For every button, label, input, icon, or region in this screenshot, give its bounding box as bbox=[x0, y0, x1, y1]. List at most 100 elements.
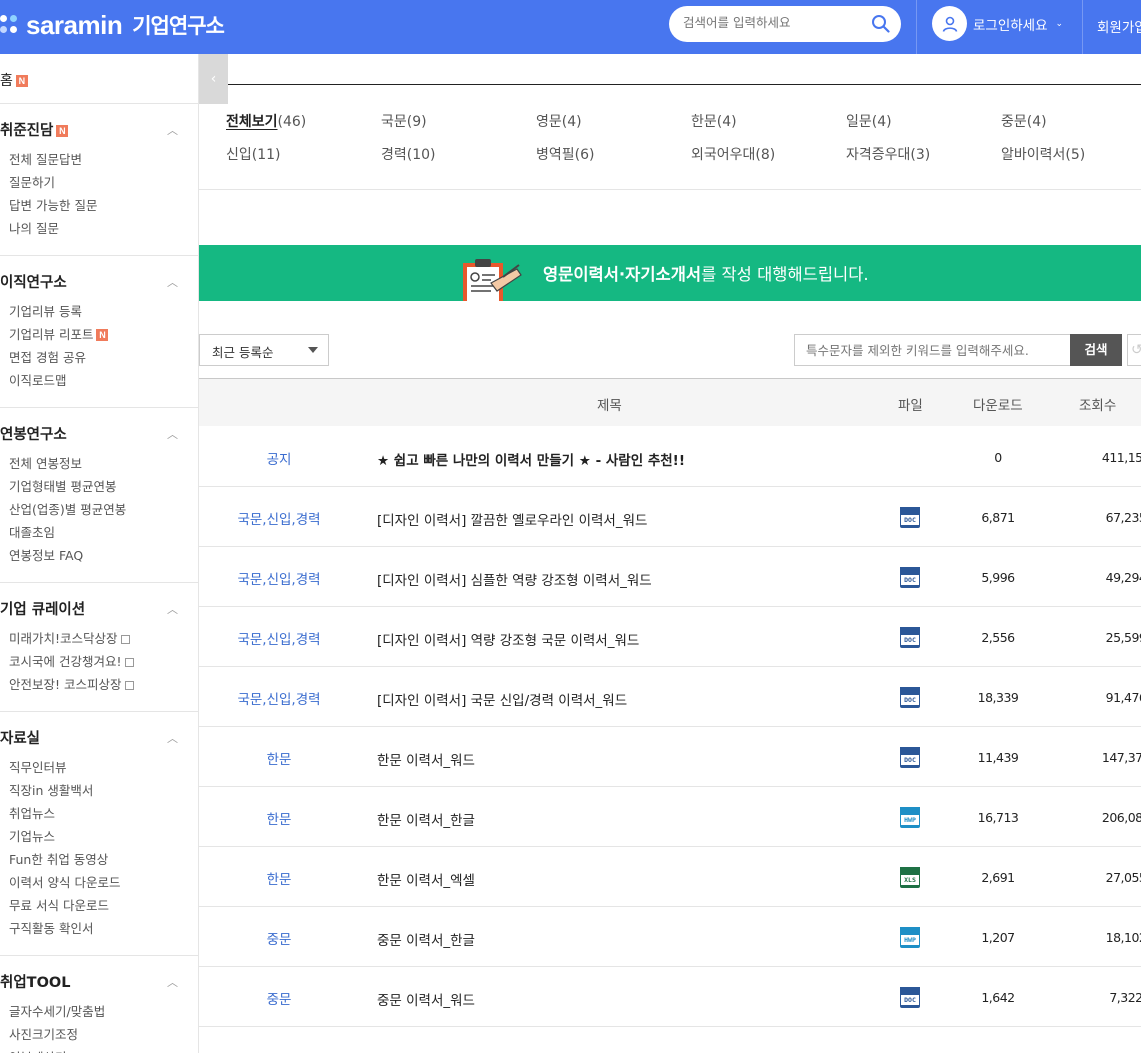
keyword-search-button[interactable]: 검색 bbox=[1070, 334, 1122, 366]
category-filter-item[interactable]: 전체보기(46) bbox=[226, 111, 306, 131]
row-category[interactable]: 중문 bbox=[199, 988, 359, 1008]
sidebar-item[interactable]: 기업형태별 평균연봉 bbox=[0, 475, 198, 498]
category-filter-item[interactable]: 자격증우대(3) bbox=[846, 144, 930, 164]
saramin-logo[interactable]: saramin 기업연구소 bbox=[0, 10, 225, 40]
table-row[interactable]: 중문 중문 이력서_한글 HWP 1,207 18,102 bbox=[199, 907, 1141, 967]
sidebar-item[interactable]: 구직활동 확인서 bbox=[0, 917, 198, 940]
sidebar-home[interactable]: 홈N bbox=[0, 54, 198, 104]
category-filter-item[interactable]: 국문(9) bbox=[381, 111, 427, 131]
row-downloads: 1,207 bbox=[981, 930, 1015, 945]
sidebar-item[interactable]: 기업뉴스 bbox=[0, 825, 198, 848]
sidebar-item[interactable]: 전체 연봉정보 bbox=[0, 452, 198, 475]
user-icon bbox=[932, 6, 967, 41]
chevron-up-icon[interactable]: ︿ bbox=[167, 274, 178, 290]
row-title[interactable]: 한문 이력서_엑셀 bbox=[377, 869, 475, 889]
row-category[interactable]: 국문,신입,경력 bbox=[199, 508, 359, 528]
table-row[interactable]: 국문,신입,경력 [디자인 이력서] 역량 강조형 국문 이력서_워드 DOC 2,5… bbox=[199, 607, 1141, 667]
chevron-up-icon[interactable]: ︿ bbox=[167, 122, 178, 138]
sidebar-item[interactable]: 이직로드맵 bbox=[0, 369, 198, 392]
table-row[interactable]: 국문,신입,경력 [디자인 이력서] 국문 신입/경력 이력서_워드 DOC 18,3… bbox=[199, 667, 1141, 727]
keyword-search-input[interactable] bbox=[806, 343, 1061, 358]
row-title[interactable]: [디자인 이력서] 심플한 역량 강조형 이력서_워드 bbox=[377, 569, 652, 589]
sidebar-item[interactable]: 산업(업종)별 평균연봉 bbox=[0, 498, 198, 521]
row-title[interactable]: [디자인 이력서] 국문 신입/경력 이력서_워드 bbox=[377, 689, 627, 709]
join-link[interactable]: 회원가입 bbox=[1097, 16, 1141, 36]
category-filter-item[interactable]: 알바이력서(5) bbox=[1001, 144, 1085, 164]
category-filter-item[interactable]: 신입(11) bbox=[226, 144, 281, 164]
sidebar-item[interactable]: 취업뉴스 bbox=[0, 802, 198, 825]
doc-file-icon[interactable]: DOC bbox=[900, 507, 920, 528]
row-category[interactable]: 한문 bbox=[199, 868, 359, 888]
chevron-up-icon[interactable]: ︿ bbox=[167, 426, 178, 442]
row-category[interactable]: 중문 bbox=[199, 928, 359, 948]
chevron-up-icon[interactable]: ︿ bbox=[167, 601, 178, 617]
sidebar-item[interactable]: 이력서 양식 다운로드 bbox=[0, 871, 198, 894]
table-row[interactable]: 중문 중문 이력서_워드 DOC 1,642 7,322 bbox=[199, 967, 1141, 1027]
doc-file-icon[interactable]: DOC bbox=[900, 747, 920, 768]
sidebar-item[interactable]: 코시국에 건강챙겨요! bbox=[0, 650, 198, 673]
hwp-file-icon[interactable]: HWP bbox=[900, 807, 920, 828]
doc-file-icon[interactable]: DOC bbox=[900, 987, 920, 1008]
row-category[interactable]: 공지 bbox=[199, 448, 359, 468]
category-filter-item[interactable]: 중문(4) bbox=[1001, 111, 1047, 131]
row-category[interactable]: 한문 bbox=[199, 808, 359, 828]
row-title[interactable]: 한문 이력서_한글 bbox=[377, 809, 475, 829]
row-title[interactable]: [디자인 이력서] 역량 강조형 국문 이력서_워드 bbox=[377, 629, 639, 649]
chevron-up-icon[interactable]: ︿ bbox=[167, 974, 178, 990]
sidebar-item[interactable]: 기업리뷰 리포트 N bbox=[0, 323, 198, 346]
row-title[interactable]: 한문 이력서_워드 bbox=[377, 749, 475, 769]
header-search-input[interactable] bbox=[683, 15, 863, 30]
table-row[interactable]: 국문,신입,경력 [디자인 이력서] 심플한 역량 강조형 이력서_워드 DOC 5,… bbox=[199, 547, 1141, 607]
category-filter-item[interactable]: 영문(4) bbox=[536, 111, 582, 131]
category-filter-item[interactable]: 외국어우대(8) bbox=[691, 144, 775, 164]
row-title[interactable]: 중문 이력서_워드 bbox=[377, 989, 475, 1009]
sidebar-item[interactable]: 안전보장! 코스피상장 bbox=[0, 673, 198, 696]
chevron-down-icon: ⌄ bbox=[1055, 18, 1064, 29]
row-title[interactable]: [디자인 이력서] 깔끔한 옐로우라인 이력서_워드 bbox=[377, 509, 647, 529]
sidebar-item[interactable]: 질문하기 bbox=[0, 171, 198, 194]
table-row[interactable]: 국문,신입,경력 [디자인 이력서] 깔끔한 옐로우라인 이력서_워드 DOC 6,8… bbox=[199, 487, 1141, 547]
sidebar-item[interactable]: 나의 질문 bbox=[0, 217, 198, 240]
row-category[interactable]: 국문,신입,경력 bbox=[199, 688, 359, 708]
category-filter-item[interactable]: 일문(4) bbox=[846, 111, 892, 131]
table-row[interactable]: 공지 ★ 쉽고 빠른 나만의 이력서 만들기 ★ - 사람인 추천!! 0 411,1… bbox=[199, 427, 1141, 487]
sidebar-item[interactable]: 연봉정보 FAQ bbox=[0, 544, 198, 567]
row-title[interactable]: 중문 이력서_한글 bbox=[377, 929, 475, 949]
table-row[interactable]: 한문 한문 이력서_한글 HWP 16,713 206,087 bbox=[199, 787, 1141, 847]
sidebar-item[interactable]: 무료 서식 다운로드 bbox=[0, 894, 198, 917]
sidebar-item[interactable]: 글자수세기/맞춤법 bbox=[0, 1000, 198, 1023]
sidebar-item[interactable]: 답변 가능한 질문 bbox=[0, 194, 198, 217]
search-icon[interactable] bbox=[871, 14, 891, 34]
category-filter-item[interactable]: 경력(10) bbox=[381, 144, 436, 164]
sidebar-item[interactable]: 면접 경험 공유 bbox=[0, 346, 198, 369]
sidebar-item[interactable]: 사진크기조정 bbox=[0, 1023, 198, 1046]
sidebar-item[interactable]: 연봉계산기 bbox=[0, 1046, 198, 1053]
sidebar-item[interactable]: 기업리뷰 등록 bbox=[0, 300, 198, 323]
sidebar-item[interactable]: 미래가치!코스닥상장 bbox=[0, 627, 198, 650]
chevron-up-icon[interactable]: ︿ bbox=[167, 730, 178, 746]
row-downloads: 16,713 bbox=[977, 810, 1019, 825]
row-category[interactable]: 국문,신입,경력 bbox=[199, 628, 359, 648]
category-filter-item[interactable]: 병역필(6) bbox=[536, 144, 594, 164]
doc-file-icon[interactable]: DOC bbox=[900, 567, 920, 588]
sidebar-item[interactable]: 직장in 생활백서 bbox=[0, 779, 198, 802]
row-downloads: 11,439 bbox=[977, 750, 1019, 765]
xls-file-icon[interactable]: XLS bbox=[900, 867, 920, 888]
sidebar-item[interactable]: 직무인터뷰 bbox=[0, 756, 198, 779]
hwp-file-icon[interactable]: HWP bbox=[900, 927, 920, 948]
category-filter-item[interactable]: 한문(4) bbox=[691, 111, 737, 131]
doc-file-icon[interactable]: DOC bbox=[900, 627, 920, 648]
promo-banner[interactable]: 영문이력서·자기소개서를 작성 대행해드립니다. bbox=[199, 245, 1141, 301]
sidebar-item[interactable]: Fun한 취업 동영상 bbox=[0, 848, 198, 871]
row-title[interactable]: ★ 쉽고 빠른 나만의 이력서 만들기 ★ - 사람인 추천!! bbox=[377, 449, 685, 469]
login-button[interactable]: 로그인하세요 ⌄ bbox=[932, 6, 1063, 41]
doc-file-icon[interactable]: DOC bbox=[900, 687, 920, 708]
table-row[interactable]: 한문 한문 이력서_워드 DOC 11,439 147,378 bbox=[199, 727, 1141, 787]
table-row[interactable]: 한문 한문 이력서_엑셀 XLS 2,691 27,055 bbox=[199, 847, 1141, 907]
row-category[interactable]: 국문,신입,경력 bbox=[199, 568, 359, 588]
sidebar-item[interactable]: 대졸초임 bbox=[0, 521, 198, 544]
sidebar-item[interactable]: 전체 질문답변 bbox=[0, 148, 198, 171]
row-category[interactable]: 한문 bbox=[199, 748, 359, 768]
reset-icon[interactable]: ↺ bbox=[1127, 334, 1141, 366]
sort-select[interactable]: 최근 등록순 bbox=[199, 334, 329, 366]
